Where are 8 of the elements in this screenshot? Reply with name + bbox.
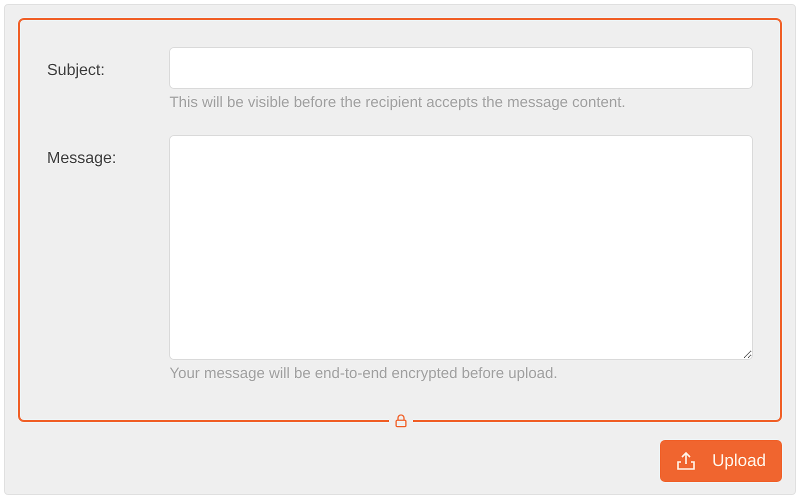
upload-icon	[676, 451, 696, 471]
field-label: Subject:	[47, 61, 106, 81]
hint-text: This will be visible before the recipient accepts the message content.	[169, 93, 627, 113]
subject-field[interactable]	[169, 47, 753, 89]
hint-text: Your message will be end-to-end encrypted before upload.	[169, 364, 559, 384]
message-field[interactable]	[169, 134, 753, 360]
field-label: Message:	[47, 148, 118, 168]
upload-button[interactable]: Upload	[660, 440, 782, 482]
